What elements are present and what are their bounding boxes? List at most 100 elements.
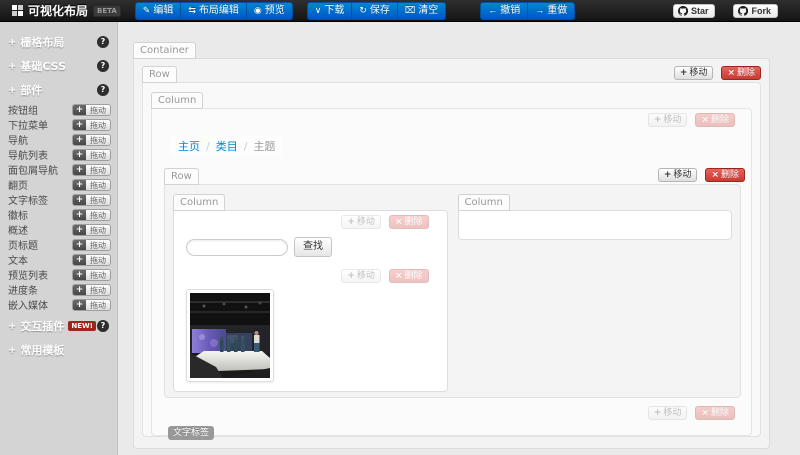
help-badge[interactable]: ? [97, 320, 109, 332]
drag-cross-icon: + [73, 104, 86, 115]
sidebar-section-templates[interactable]: + 常用模板 [0, 340, 117, 360]
widget-label: 导航 [8, 136, 28, 147]
row-header: Row + 移动 × 删除 [142, 65, 761, 83]
text-label-chip[interactable]: 文字标签 [168, 426, 215, 440]
history-button-group: ← 撤销 → 重做 [480, 1, 576, 20]
widget-drag-button[interactable]: + 拖动 [72, 208, 111, 221]
search-button[interactable]: 查找 [294, 237, 332, 257]
plus-icon: + [8, 60, 17, 72]
preview-button[interactable]: ◉ 预览 [246, 1, 293, 20]
container-tab[interactable]: Container [133, 42, 196, 59]
sidebar-widget-item: 面包屑导航 + 拖动 [0, 162, 117, 177]
drag-cross-icon: + [73, 149, 86, 160]
ghost-controls: + 移动 × 删除 [158, 113, 745, 127]
column-tab[interactable]: Column [457, 194, 510, 211]
row-move-button[interactable]: + 移动 [673, 66, 714, 80]
sidebar-widget-item: 预览列表 + 拖动 [0, 267, 117, 282]
row-delete-button[interactable]: × 删除 [721, 66, 761, 80]
layout-edit-button[interactable]: ⇆ 布局编辑 [181, 1, 247, 20]
visual-layout-app: 可视化布局 BETA ✎ 编辑 ⇆ 布局编辑 ◉ 预览 ∨ 下载 ↻ 保存 ⌧ … [0, 0, 800, 455]
widget-drag-button[interactable]: + 拖动 [72, 148, 111, 161]
widget-drag-button[interactable]: + 拖动 [72, 193, 111, 206]
inner-row-panel[interactable]: Column + 移动 × 删除 查找 + 移动 × 删除 Column [164, 184, 741, 398]
save-button[interactable]: ↻ 保存 [352, 1, 398, 20]
widget-drag-button[interactable]: + 拖动 [72, 238, 111, 251]
inner-row-move-button[interactable]: + 移动 [657, 168, 698, 182]
drag-cross-icon: + [73, 269, 86, 280]
components-sidebar: + 栅格布局 ? + 基础CSS ? + 部件 ? 按钮组 + 拖动 下拉菜单 … [0, 22, 118, 455]
drag-label: 拖动 [86, 299, 110, 310]
ghost-move-button: + 移动 [341, 269, 381, 283]
widget-drag-button[interactable]: + 拖动 [72, 118, 111, 131]
clear-button[interactable]: ⌧ 清空 [397, 1, 447, 20]
undo-button[interactable]: ← 撤销 [480, 1, 529, 20]
sidebar-widget-item: 嵌入媒体 + 拖动 [0, 297, 117, 312]
breadcrumb-divider: / [243, 139, 248, 153]
beta-badge: BETA [93, 4, 121, 17]
row-panel[interactable]: Column + 移动 × 删除 主页 / 类目 / 主题 Row + 移动 ×… [142, 82, 761, 440]
breadcrumb-divider: / [206, 139, 210, 153]
help-badge[interactable]: ? [97, 36, 109, 48]
sidebar-section-js-plugins[interactable]: + 交互插件 NEW! ? [0, 316, 117, 336]
github-star-button[interactable]: Star [672, 3, 716, 18]
redo-button[interactable]: → 重做 [528, 1, 576, 20]
breadcrumb-link-home[interactable]: 主页 [178, 138, 200, 154]
download-button[interactable]: ∨ 下载 [306, 1, 353, 20]
widget-label: 文本 [8, 256, 28, 267]
widget-drag-button[interactable]: + 拖动 [72, 103, 111, 116]
widget-drag-button[interactable]: + 拖动 [72, 178, 111, 191]
left-column-content[interactable]: + 移动 × 删除 查找 + 移动 × 删除 [173, 210, 448, 392]
drag-label: 拖动 [86, 164, 110, 175]
widget-drag-button[interactable]: + 拖动 [72, 163, 111, 176]
thumbnail-frame[interactable] [186, 289, 274, 382]
right-column-content[interactable] [457, 210, 732, 240]
column-tab[interactable]: Column [151, 92, 204, 109]
delete-x-icon: × [394, 271, 403, 281]
help-badge[interactable]: ? [97, 84, 109, 96]
drag-label: 拖动 [86, 254, 110, 265]
drag-cross-icon: + [73, 284, 86, 295]
search-input[interactable] [186, 238, 288, 256]
drag-cross-icon: + [73, 299, 86, 310]
widget-drag-button[interactable]: + 拖动 [72, 133, 111, 146]
widget-label: 文字标签 [8, 196, 48, 207]
help-badge[interactable]: ? [97, 60, 109, 72]
column-tab[interactable]: Column [173, 194, 226, 211]
move-cross-icon: + [653, 115, 662, 125]
sidebar-widget-item: 翻页 + 拖动 [0, 177, 117, 192]
layout-edit-icon: ⇆ [188, 5, 196, 15]
edit-button[interactable]: ✎ 编辑 [134, 1, 182, 20]
app-title: 可视化布局 [28, 4, 89, 18]
widget-drag-button[interactable]: + 拖动 [72, 268, 111, 281]
ghost-move-button: + 移动 [341, 215, 381, 229]
ghost-controls: + 移动 × 删除 [182, 215, 439, 229]
widget-drag-button[interactable]: + 拖动 [72, 223, 111, 236]
row-tab[interactable]: Row [142, 66, 177, 83]
widget-label: 导航列表 [8, 151, 48, 162]
breadcrumb-link-category[interactable]: 类目 [216, 138, 238, 154]
breadcrumb: 主页 / 类目 / 主题 [170, 135, 284, 157]
plus-icon: + [8, 84, 17, 96]
drag-label: 拖动 [86, 209, 110, 220]
widget-drag-button[interactable]: + 拖动 [72, 253, 111, 266]
right-column[interactable]: Column [457, 189, 732, 389]
left-column[interactable]: Column + 移动 × 删除 查找 + 移动 × 删除 [173, 189, 448, 392]
layout-canvas: Container Row + 移动 × 删除 Column + 移动 × 删除… [118, 22, 800, 455]
move-cross-icon: + [347, 271, 355, 281]
sidebar-section-base-css[interactable]: + 基础CSS ? [0, 56, 117, 76]
container-panel[interactable]: Row + 移动 × 删除 Column + 移动 × 删除 主页 / 类目 /… [133, 58, 770, 449]
sidebar-section-grid-layout[interactable]: + 栅格布局 ? [0, 32, 117, 52]
widget-label: 下拉菜单 [8, 121, 48, 132]
github-fork-button[interactable]: Fork [733, 3, 778, 18]
delete-x-icon: × [701, 115, 709, 125]
sidebar-section-components[interactable]: + 部件 ? [0, 80, 117, 100]
widget-drag-button[interactable]: + 拖动 [72, 283, 111, 296]
sidebar-widget-item: 导航列表 + 拖动 [0, 147, 117, 162]
drag-label: 拖动 [86, 224, 110, 235]
widget-drag-button[interactable]: + 拖动 [72, 298, 111, 311]
row-tab[interactable]: Row [164, 168, 199, 185]
sidebar-widget-item: 下拉菜单 + 拖动 [0, 117, 117, 132]
column-panel[interactable]: + 移动 × 删除 主页 / 类目 / 主题 Row + 移动 × 删除 Col… [151, 108, 752, 440]
widget-label: 进度条 [8, 286, 38, 297]
inner-row-delete-button[interactable]: × 删除 [705, 168, 745, 182]
